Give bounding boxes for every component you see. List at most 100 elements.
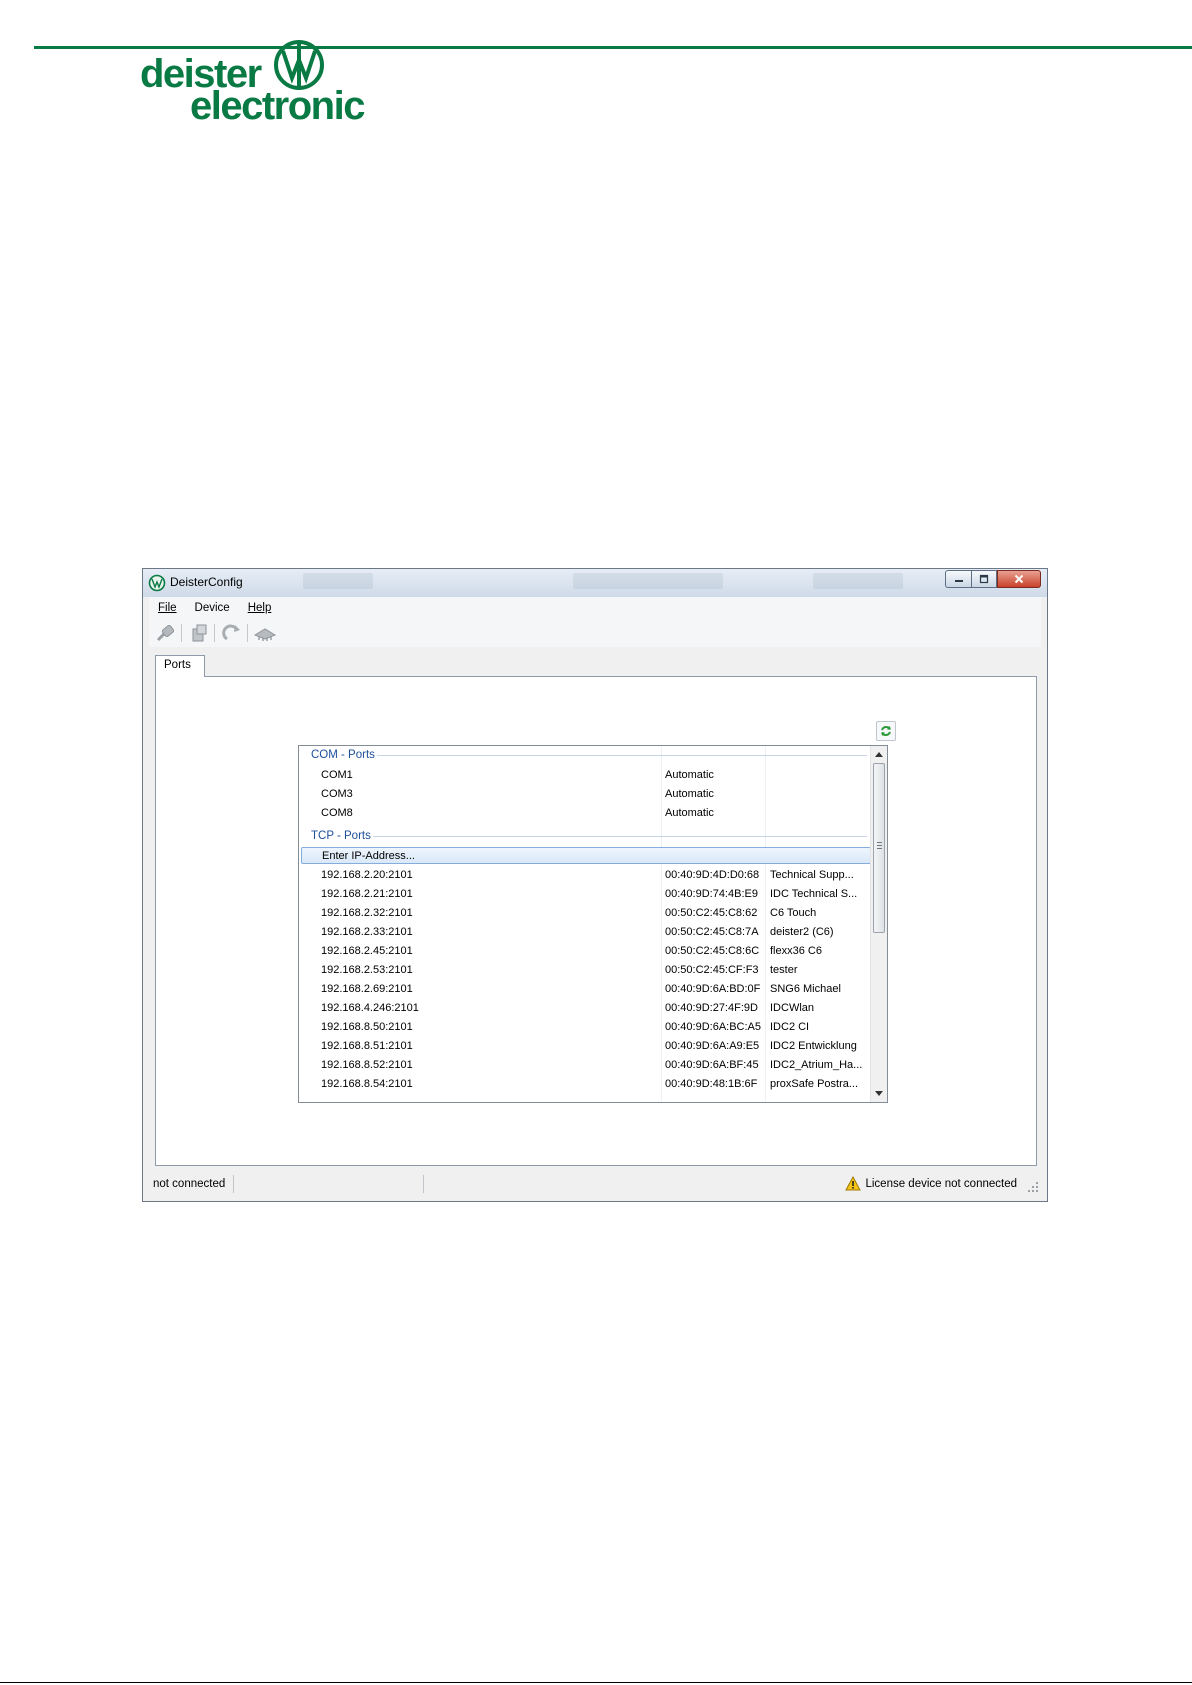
connect-button[interactable]	[153, 622, 179, 644]
license-status-text: License device not connected	[865, 1177, 1017, 1190]
deister-electronic-logo: deister electronic	[140, 36, 370, 126]
refresh-ports-button[interactable]	[876, 721, 896, 741]
tcp-mac: 00:40:9D:27:4F:9D	[665, 1002, 758, 1014]
maximize-button[interactable]	[971, 570, 997, 588]
tcp-port-row[interactable]: 192.168.2.32:2101 00:50:C2:45:C8:62 C6 T…	[299, 904, 869, 923]
com-port-name: COM8	[321, 807, 353, 819]
refresh-icon	[881, 726, 891, 736]
com-port-row[interactable]: COM3 Automatic	[299, 785, 869, 804]
background-ghost	[813, 573, 903, 589]
tcp-port-row[interactable]: 192.168.8.50:2101 00:40:9D:6A:BC:A5 IDC2…	[299, 1018, 869, 1037]
minimize-button[interactable]	[945, 570, 971, 588]
tcp-mac: 00:50:C2:45:C8:62	[665, 907, 758, 919]
tcp-port-row[interactable]: 192.168.8.54:2101 00:40:9D:48:1B:6F prox…	[299, 1075, 869, 1094]
tcp-device-name: C6 Touch	[770, 907, 817, 919]
scrollbar-thumb[interactable]	[873, 763, 885, 933]
tcp-address: 192.168.2.32:2101	[321, 907, 413, 919]
com-port-name: COM1	[321, 769, 353, 781]
scroll-down-button[interactable]	[871, 1086, 887, 1102]
com-ports-header: COM - Ports	[311, 749, 375, 761]
tcp-port-row[interactable]: 192.168.8.52:2101 00:40:9D:6A:BF:45 IDC2…	[299, 1056, 869, 1075]
close-icon	[1014, 574, 1024, 584]
group-rule	[377, 755, 867, 756]
menu-help-label: Help	[247, 602, 272, 614]
com-port-mode: Automatic	[665, 807, 714, 819]
title-bar[interactable]: DeisterConfig	[143, 569, 1047, 597]
tcp-port-row[interactable]: 192.168.2.20:2101 00:40:9D:4D:D0:68 Tech…	[299, 866, 869, 885]
window-title: DeisterConfig	[170, 575, 243, 589]
tcp-port-row-partial[interactable]	[299, 1094, 869, 1102]
warning-icon	[845, 1176, 862, 1191]
toolbar-separator	[214, 624, 215, 642]
tcp-device-name: IDCWlan	[770, 1002, 815, 1014]
tcp-address: 192.168.2.69:2101	[321, 983, 413, 995]
thumb-grip	[877, 842, 882, 849]
tcp-address: 192.168.2.33:2101	[321, 926, 413, 938]
menu-help[interactable]: Help	[239, 602, 281, 614]
menu-file[interactable]: File	[149, 602, 186, 614]
menu-bar: File Device Help	[149, 597, 1041, 619]
tcp-mac: 00:40:9D:4D:D0:68	[665, 869, 760, 881]
tcp-ports-header: TCP - Ports	[311, 830, 371, 842]
tcp-port-row[interactable]: 192.168.2.33:2101 00:50:C2:45:C8:7A deis…	[299, 923, 869, 942]
deisterconfig-window: DeisterConfig File Device Help Ports COM…	[142, 568, 1048, 1202]
tcp-address: 192.168.8.54:2101	[321, 1078, 413, 1090]
ports-tab-page: COM - Ports COM1 Automatic COM3 Automati…	[155, 676, 1037, 1166]
tcp-port-row[interactable]: 192.168.8.51:2101 00:40:9D:6A:A9:E5 IDC2…	[299, 1037, 869, 1056]
toolbar-separator	[247, 624, 248, 642]
ports-list[interactable]: COM - Ports COM1 Automatic COM3 Automati…	[298, 745, 888, 1103]
hardware-icon	[253, 628, 277, 641]
tcp-mac: 00:40:9D:6A:BD:0F	[665, 983, 761, 995]
tab-ports[interactable]: Ports	[155, 655, 205, 677]
tcp-device-name: tester	[770, 964, 798, 976]
logo-mark-icon	[274, 40, 324, 90]
com-port-row[interactable]: COM1 Automatic	[299, 766, 869, 785]
tcp-mac: 00:50:C2:45:C8:7A	[665, 926, 759, 938]
com-port-name: COM3	[321, 788, 353, 800]
caption-buttons	[945, 570, 1041, 588]
tcp-port-row[interactable]: 192.168.2.53:2101 00:50:C2:45:CF:F3 test…	[299, 961, 869, 980]
close-button[interactable]	[997, 570, 1041, 588]
tcp-mac: 00:50:C2:45:C8:6C	[665, 945, 760, 957]
status-bar: not connected License device not connect…	[149, 1173, 1041, 1195]
tcp-mac: 00:40:9D:6A:BC:A5	[665, 1021, 762, 1033]
tcp-device-name: proxSafe Postra...	[770, 1078, 859, 1090]
app-logo-icon	[148, 574, 166, 592]
tcp-device-name: IDC2 CI	[770, 1021, 810, 1033]
toolbar	[149, 619, 1041, 647]
tcp-mac: 00:50:C2:45:CF:F3	[665, 964, 759, 976]
refresh-arrow-icon	[222, 624, 240, 641]
enter-ip-address-row[interactable]: Enter IP-Address...	[301, 847, 871, 864]
tcp-mac: 00:40:9D:6A:BF:45	[665, 1059, 759, 1071]
menu-device[interactable]: Device	[186, 602, 239, 614]
tcp-device-name: flexx36 C6	[770, 945, 822, 957]
tcp-device-name: IDC Technical S...	[770, 888, 858, 900]
tcp-device-name: SNG6 Michael	[770, 983, 841, 995]
tcp-address: 192.168.8.52:2101	[321, 1059, 413, 1071]
background-ghost	[573, 573, 723, 589]
tcp-port-row[interactable]: 192.168.4.246:2101 00:40:9D:27:4F:9D IDC…	[299, 999, 869, 1018]
reload-button[interactable]	[219, 622, 245, 644]
arrow-down-icon	[875, 1091, 883, 1096]
tcp-address: 192.168.8.51:2101	[321, 1040, 413, 1052]
arrow-up-icon	[875, 752, 883, 757]
tcp-port-row[interactable]: 192.168.2.45:2101 00:50:C2:45:C8:6C flex…	[299, 942, 869, 961]
minimize-icon	[954, 580, 963, 582]
tcp-address: 192.168.4.246:2101	[321, 1002, 419, 1014]
tcp-port-row[interactable]: 192.168.2.21:2101 00:40:9D:74:4B:E9 IDC …	[299, 885, 869, 904]
device-button[interactable]	[186, 622, 212, 644]
hardware-button[interactable]	[252, 622, 278, 644]
status-separator	[233, 1175, 234, 1193]
tcp-mac: 00:40:9D:48:1B:6F	[665, 1078, 758, 1090]
com-port-row[interactable]: COM8 Automatic	[299, 804, 869, 823]
scroll-up-button[interactable]	[871, 746, 887, 762]
tcp-address: 192.168.8.50:2101	[321, 1021, 413, 1033]
tcp-port-row[interactable]: 192.168.2.69:2101 00:40:9D:6A:BD:0F SNG6…	[299, 980, 869, 999]
vertical-scrollbar[interactable]	[870, 746, 887, 1102]
resize-grip-icon[interactable]	[1027, 1181, 1039, 1193]
tcp-mac: 00:40:9D:74:4B:E9	[665, 888, 758, 900]
background-ghost	[303, 573, 373, 589]
license-status: License device not connected	[845, 1176, 1017, 1191]
tcp-address: 192.168.2.21:2101	[321, 888, 413, 900]
connection-status: not connected	[153, 1178, 226, 1190]
